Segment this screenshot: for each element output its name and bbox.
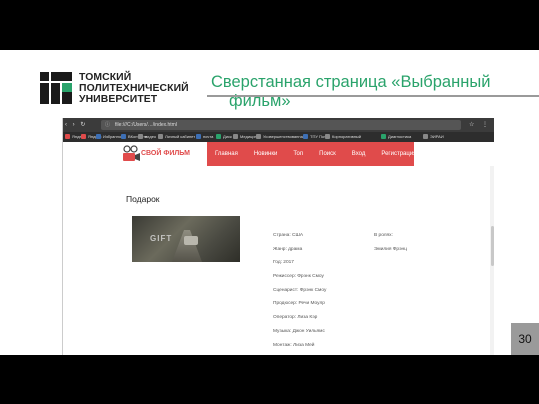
- menu-item-search[interactable]: Поиск: [311, 142, 344, 166]
- bookmark-icon: [233, 134, 238, 139]
- bookmark-item[interactable]: Усовершенствованная: [256, 133, 305, 141]
- film-info-row: Монтаж: Лиза Мей: [273, 342, 315, 348]
- menu-item-register[interactable]: Регистрация: [373, 142, 424, 166]
- bookmark-item[interactable]: Диск: [216, 133, 232, 141]
- university-name-line: УНИВЕРСИТЕТ: [79, 94, 158, 106]
- bookmark-label: Диск: [223, 134, 232, 139]
- bookmark-item[interactable]: ЭИРАИ: [423, 133, 444, 141]
- film-info-row: Оператор: Лиза Кэр: [273, 315, 318, 321]
- film-poster[interactable]: GIFT: [132, 216, 240, 262]
- cast-member: Эмилия Фрэнц: [374, 246, 407, 252]
- bookmark-item[interactable]: Корпоративный: [325, 133, 361, 141]
- tpu-logo-icon: [40, 72, 72, 104]
- bookmark-icon: [381, 134, 386, 139]
- title-divider: [207, 95, 539, 97]
- bookmark-icon: [325, 134, 330, 139]
- film-info-row: Страна: США: [273, 233, 304, 238]
- site-nav-menu: Главная Новинки Топ Поиск Вход Регистрац…: [207, 142, 416, 166]
- film-info: Страна: США Жанр: драма Год: 2017 Режиссер:…: [273, 233, 333, 355]
- url-text: file:///C:/Users/…/index.html: [115, 122, 177, 128]
- bookmark-item[interactable]: Личный кабинет: [158, 133, 195, 141]
- bookmark-icon: [256, 134, 261, 139]
- presentation-slide: ТОМСКИЙ ПОЛИТЕХНИЧЕСКИЙ УНИВЕРСИТЕТ Свер…: [0, 50, 539, 355]
- film-info-row: Год: 2017: [273, 260, 294, 266]
- poster-road: [172, 230, 202, 262]
- bookmark-label: видео: [145, 134, 157, 139]
- bookmark-icon: [65, 134, 70, 139]
- site-logo[interactable]: СВОЙ ФИЛЬМ: [141, 150, 190, 157]
- poster-car: [184, 236, 198, 245]
- info-icon: ⓘ: [105, 122, 111, 128]
- bookmark-icon: [81, 134, 86, 139]
- bookmark-label: ЭИРАИ: [430, 134, 444, 139]
- slide-title: Сверстанная страница «Выбранный фильм»: [211, 73, 531, 111]
- university-name-line: ТОМСКИЙ: [79, 72, 132, 83]
- bookmark-label: почта: [203, 134, 214, 139]
- bookmark-icon: [423, 134, 428, 139]
- menu-item-home[interactable]: Главная: [207, 142, 246, 166]
- menu-item-top[interactable]: Топ: [285, 142, 311, 166]
- bookmark-icon: [138, 134, 143, 139]
- menu-item-login[interactable]: Вход: [344, 142, 374, 166]
- film-info-row: Жанр: драма: [273, 246, 303, 252]
- university-logo: ТОМСКИЙ ПОЛИТЕХНИЧЕСКИЙ УНИВЕРСИТЕТ: [40, 72, 189, 106]
- bookmark-label: Корпоративный: [332, 134, 362, 139]
- film-title: Подарок: [126, 194, 160, 204]
- film-info-row: Продюсер: Речи Моулр: [273, 301, 325, 307]
- browser-address-bar: ‹ › ↻ ⓘ file:///C:/Users/…/index.html ☆ …: [63, 118, 494, 132]
- scroll-thumb[interactable]: [491, 226, 494, 266]
- site-header: СВОЙ ФИЛЬМ Главная Новинки Топ Поиск Вхо…: [119, 142, 416, 166]
- bookmark-icon: [196, 134, 201, 139]
- website: СВОЙ ФИЛЬМ Главная Новинки Топ Поиск Вхо…: [63, 142, 494, 355]
- menu-item-new[interactable]: Новинки: [246, 142, 286, 166]
- url-field[interactable]: ⓘ file:///C:/Users/…/index.html: [101, 120, 461, 130]
- film-cast: В ролях: Эмилия Фрэнц: [374, 233, 407, 260]
- browser-menu-icons[interactable]: ☆ ⋮: [469, 121, 491, 128]
- bookmark-icon: [96, 134, 101, 139]
- film-info-row: Режиссер: Фрэнк Смоу: [273, 274, 324, 280]
- bookmark-item[interactable]: видео: [138, 133, 156, 141]
- bookmark-icon: [121, 134, 126, 139]
- bookmark-label: Диагностика: [388, 134, 412, 139]
- bookmark-item[interactable]: Диагностика: [381, 133, 411, 141]
- bookmark-icon: [216, 134, 221, 139]
- scrollbar[interactable]: [490, 166, 494, 355]
- bookmark-item[interactable]: почта: [196, 133, 213, 141]
- poster-text: GIFT: [150, 234, 173, 243]
- film-camera-icon: [123, 145, 140, 161]
- bookmark-label: Усовершенствованная: [263, 134, 305, 139]
- university-name: ТОМСКИЙ ПОЛИТЕХНИЧЕСКИЙ УНИВЕРСИТЕТ: [79, 72, 189, 106]
- bookmark-icon: [158, 134, 163, 139]
- browser-nav-buttons[interactable]: ‹ › ↻: [65, 121, 87, 128]
- university-name-line: ПОЛИТЕХНИЧЕСКИЙ: [79, 83, 189, 95]
- slide-title-line1: Сверстанная страница «Выбранный: [211, 73, 491, 91]
- browser-screenshot: ‹ › ↻ ⓘ file:///C:/Users/…/index.html ☆ …: [62, 118, 494, 355]
- bookmark-icon: [303, 134, 308, 139]
- page-number: 30: [511, 323, 539, 355]
- bookmark-item[interactable]: Избранное: [96, 133, 123, 141]
- bookmark-label: Личный кабинет: [165, 134, 196, 139]
- cast-label: В ролях:: [374, 233, 393, 238]
- film-info-row: Музыка: Джон Уильямс: [273, 328, 325, 334]
- film-info-row: Сценарист: Фрэнк Смоу: [273, 287, 327, 293]
- bookmarks-bar: ЯндексЯндексИзбранноеВКонтактевидеоЛичны…: [63, 132, 494, 142]
